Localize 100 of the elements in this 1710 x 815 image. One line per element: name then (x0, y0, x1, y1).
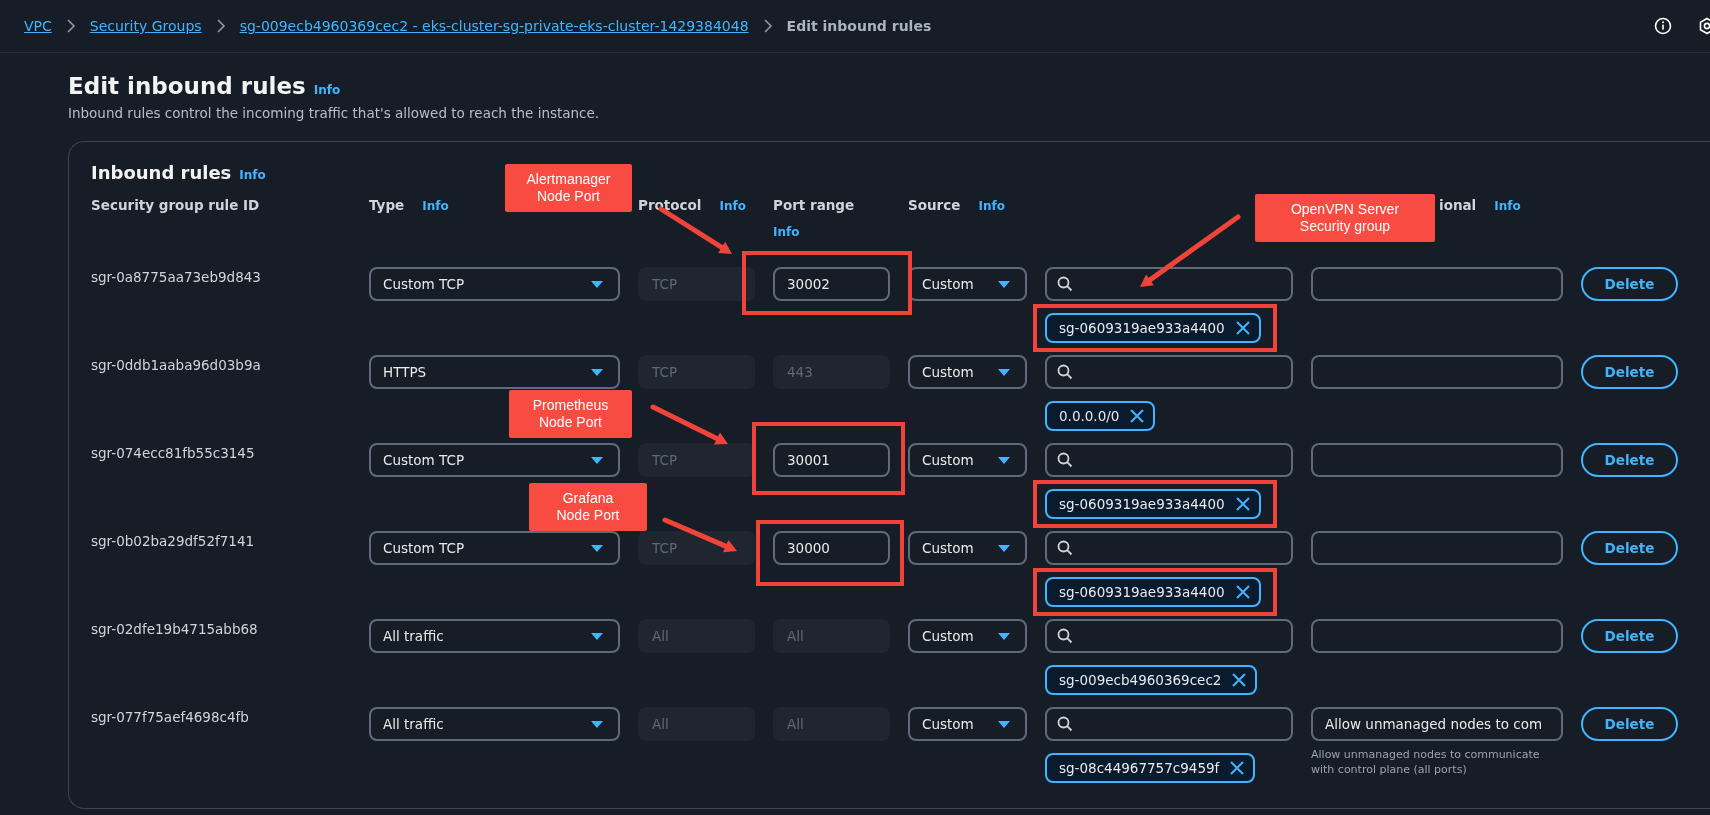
port-range-field[interactable]: 30001 (773, 443, 890, 477)
info-link[interactable]: Info (239, 168, 266, 182)
search-icon (1057, 716, 1073, 732)
search-icon (1057, 452, 1073, 468)
callout-label: Prometheus Node Port (509, 390, 632, 438)
info-link[interactable]: Info (313, 83, 341, 97)
delete-button[interactable]: Delete (1581, 355, 1678, 389)
token-label: sg-009ecb4960369cec2 (1059, 672, 1222, 688)
source-dropdown[interactable]: Custom (908, 619, 1027, 653)
token-label: sg-08c44967757c9459f (1059, 760, 1220, 776)
token-label: sg-0609319ae933a4400 (1059, 320, 1225, 336)
caret-icon (590, 279, 604, 289)
caret-icon (997, 543, 1011, 553)
rule-id: sgr-0ddb1aaba96d03b9a (91, 356, 262, 375)
source-dropdown[interactable]: Custom (908, 443, 1027, 477)
token-label: 0.0.0.0/0 (1059, 408, 1120, 424)
search-icon (1057, 276, 1073, 292)
port-range-field: All (773, 619, 890, 653)
port-range-field[interactable]: 30002 (773, 267, 890, 301)
search-field[interactable] (1045, 267, 1293, 301)
breadcrumb-link[interactable]: VPC (24, 18, 52, 34)
search-field[interactable] (1045, 619, 1293, 653)
close-icon[interactable] (1234, 320, 1251, 336)
chevron-icon (65, 19, 76, 33)
close-icon[interactable] (1234, 496, 1251, 512)
rule-id: sgr-0b02ba29df52f7141 (91, 532, 256, 551)
close-icon[interactable] (1129, 408, 1146, 424)
description-field[interactable] (1311, 531, 1563, 565)
delete-button[interactable]: Delete (1581, 531, 1678, 565)
caret-icon (590, 631, 604, 641)
caret-icon (590, 543, 604, 553)
delete-button[interactable]: Delete (1581, 707, 1678, 741)
search-field[interactable] (1045, 707, 1293, 741)
caret-icon (997, 455, 1011, 465)
close-icon[interactable] (1234, 584, 1251, 600)
type-dropdown[interactable]: All traffic (369, 619, 620, 653)
search-icon (1057, 628, 1073, 644)
breadcrumb-link[interactable]: Security Groups (89, 18, 202, 34)
callout-label: Alertmanager Node Port (505, 164, 632, 212)
protocol-field: All (638, 619, 755, 653)
port-range-field: All (773, 707, 890, 741)
description-field[interactable] (1311, 443, 1563, 477)
protocol-field: TCP (638, 355, 755, 389)
callout-label: Grafana Node Port (529, 483, 647, 531)
delete-button[interactable]: Delete (1581, 619, 1678, 653)
delete-button[interactable]: Delete (1581, 443, 1678, 477)
protocol-field: TCP (638, 531, 755, 565)
source-dropdown[interactable]: Custom (908, 707, 1027, 741)
port-range-field: 443 (773, 355, 890, 389)
close-icon[interactable] (1231, 672, 1248, 688)
token-label: sg-0609319ae933a4400 (1059, 496, 1225, 512)
rule-id: sgr-077f75aef4698c4fb (91, 708, 250, 727)
caret-icon (590, 455, 604, 465)
description-field[interactable] (1311, 355, 1563, 389)
type-dropdown[interactable]: Custom TCP (369, 267, 620, 301)
port-range-field[interactable]: 30000 (773, 531, 890, 565)
description-field[interactable]: Allow unmanaged nodes to com (1311, 707, 1563, 741)
delete-button[interactable]: Delete (1581, 267, 1678, 301)
search-field[interactable] (1045, 355, 1293, 389)
info-link[interactable]: Info (978, 199, 1005, 213)
column-header: Port range (773, 197, 855, 213)
source-dropdown[interactable]: Custom (908, 355, 1027, 389)
callout-label: OpenVPN Server Security group (1255, 194, 1435, 242)
description-field[interactable] (1311, 619, 1563, 653)
rule-id: sgr-0a8775aa73eb9d843 (91, 268, 262, 287)
chevron-icon (762, 19, 773, 33)
search-field[interactable] (1045, 443, 1293, 477)
breadcrumb-link[interactable]: sg-009ecb4960369cec2 - eks-cluster-sg-private-eks-cluster-1429384048 (239, 18, 749, 34)
info-link[interactable]: Info (719, 199, 746, 213)
type-dropdown[interactable]: Custom TCP (369, 443, 620, 477)
page-title: Edit inbound rules (68, 73, 306, 99)
column-header: ional (1439, 197, 1477, 213)
caret-icon (590, 367, 604, 377)
info-link[interactable]: Info (422, 199, 449, 213)
column-header: Source (908, 197, 961, 213)
caret-icon (997, 367, 1011, 377)
protocol-field: All (638, 707, 755, 741)
description-field[interactable] (1311, 267, 1563, 301)
source-dropdown[interactable]: Custom (908, 531, 1027, 565)
close-icon[interactable] (1229, 760, 1246, 776)
type-dropdown[interactable]: Custom TCP (369, 531, 620, 565)
protocol-field: TCP (638, 443, 755, 477)
info-icon (1654, 17, 1672, 35)
caret-icon (590, 719, 604, 729)
chevron-icon (215, 19, 226, 33)
rule-id: sgr-02dfe19b4715abb68 (91, 620, 259, 639)
rule-id: sgr-074ecc81fb55c3145 (91, 444, 256, 463)
column-header: Type (369, 197, 405, 213)
caret-icon (997, 279, 1011, 289)
page-description: Inbound rules control the incoming traffic that's allowed to reach the instance. (68, 105, 601, 121)
search-icon (1057, 540, 1073, 556)
info-link[interactable]: Info (773, 225, 800, 239)
column-header: Security group rule ID (91, 197, 260, 213)
type-dropdown[interactable]: All traffic (369, 707, 620, 741)
type-dropdown[interactable]: HTTPS (369, 355, 620, 389)
info-link[interactable]: Info (1494, 199, 1521, 213)
token-label: sg-0609319ae933a4400 (1059, 584, 1225, 600)
search-icon (1057, 364, 1073, 380)
section-title: Inbound rules (91, 162, 232, 183)
search-field[interactable] (1045, 531, 1293, 565)
